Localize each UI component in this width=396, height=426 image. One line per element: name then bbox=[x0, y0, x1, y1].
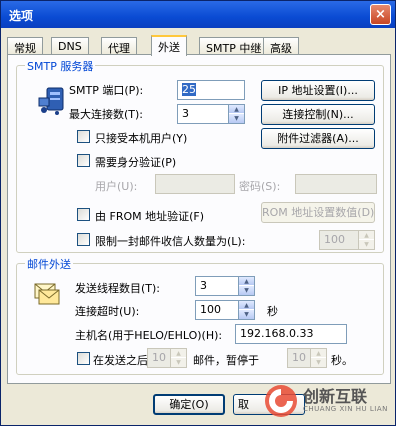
brand-name: 创新互联 bbox=[303, 387, 368, 406]
connection-control-button[interactable]: 连接控制(N)... bbox=[261, 104, 375, 125]
ip-settings-button[interactable]: IP 地址设置(I)... bbox=[261, 80, 375, 101]
brand-subtitle: CHUANG XIN HU LIAN bbox=[303, 405, 388, 413]
tab-proxy[interactable]: 代理 bbox=[101, 37, 137, 55]
password-label: 密码(S): bbox=[239, 180, 281, 193]
threads-spinner[interactable]: ▲ ▼ bbox=[239, 276, 255, 296]
pause-count-spinner[interactable]: ▲ ▼ bbox=[171, 348, 187, 368]
threads-label: 发送线程数目(T): bbox=[75, 282, 161, 295]
timeout-input[interactable]: 100 bbox=[195, 300, 239, 320]
tab-general[interactable]: 常规 bbox=[7, 37, 43, 55]
attachment-filter-button[interactable]: 附件过滤器(A)... bbox=[261, 128, 375, 149]
hostname-input[interactable]: 192.168.0.33 bbox=[235, 324, 347, 344]
max-connections-label: 最大连接数(T): bbox=[69, 108, 144, 121]
brand-watermark: 创新互联 CHUANG XIN HU LIAN bbox=[263, 379, 393, 423]
brand-logo-icon bbox=[265, 385, 297, 417]
local-users-only-checkbox[interactable] bbox=[77, 130, 90, 143]
pause-checkbox[interactable] bbox=[77, 352, 90, 365]
need-auth-checkbox[interactable] bbox=[77, 154, 90, 167]
tab-advanced[interactable]: 高级 bbox=[263, 37, 299, 55]
pause-prefix-label: 在发送之后 bbox=[93, 354, 148, 367]
smtp-port-label: SMTP 端口(P): bbox=[69, 84, 144, 97]
timeout-unit-label: 秒 bbox=[267, 305, 278, 318]
limit-recipients-input[interactable]: 100 bbox=[319, 230, 359, 250]
limit-recipients-label: 限制一封邮件收信人数量为(L): bbox=[95, 235, 246, 248]
options-dialog: 选项 × 常规 DNS 代理 外送 SMTP 中继 高级 SMTP 服务器 SM… bbox=[0, 0, 396, 426]
max-connections-spinner[interactable]: ▲ ▼ bbox=[229, 104, 245, 124]
hostname-label: 主机名(用于HELO/EHLO)(H): bbox=[75, 329, 223, 342]
pause-seconds-input[interactable]: 10 bbox=[287, 348, 311, 368]
tab-outgoing[interactable]: 外送 bbox=[151, 35, 187, 56]
rom-address-button[interactable]: ROM 地址设置数值(D) bbox=[261, 202, 375, 223]
ok-button[interactable]: 确定(O) bbox=[153, 394, 225, 415]
timeout-spinner[interactable]: ▲ ▼ bbox=[239, 300, 255, 320]
window-title: 选项 bbox=[9, 9, 34, 23]
from-verify-checkbox[interactable] bbox=[77, 208, 90, 221]
user-input[interactable] bbox=[155, 174, 235, 194]
limit-recipients-checkbox[interactable] bbox=[77, 233, 90, 246]
limit-recipients-spinner[interactable]: ▲ ▼ bbox=[359, 230, 375, 250]
from-verify-label: 由 FROM 地址验证(F) bbox=[95, 210, 205, 223]
smtp-server-legend: SMTP 服务器 bbox=[25, 58, 96, 74]
pause-seconds-spinner[interactable]: ▲ ▼ bbox=[311, 348, 327, 368]
tab-panel: SMTP 服务器 SMTP 端口(P): 25 最大连接数(T): 3 ▲ ▼ 只… bbox=[7, 54, 391, 384]
pause-mid-label: 邮件，暂停于 bbox=[193, 354, 259, 367]
outgoing-mail-group: 邮件外送 发送线程数目(T): 3 ▲ ▼ 连接超时(U): 100 ▲ ▼ 秒 主… bbox=[16, 256, 384, 375]
smtp-port-input[interactable]: 25 bbox=[177, 80, 245, 100]
timeout-label: 连接超时(U): bbox=[75, 305, 140, 318]
smtp-server-group: SMTP 服务器 SMTP 端口(P): 25 最大连接数(T): 3 ▲ ▼ 只… bbox=[16, 58, 384, 253]
title-bar[interactable]: 选项 × bbox=[1, 1, 395, 28]
outgoing-mail-legend: 邮件外送 bbox=[25, 256, 73, 272]
need-auth-label: 需要身分验证(P) bbox=[95, 156, 177, 169]
tab-smtp-relay[interactable]: SMTP 中继 bbox=[199, 37, 269, 55]
user-label: 用户(U): bbox=[95, 180, 138, 193]
tab-dns[interactable]: DNS bbox=[51, 37, 89, 55]
threads-input[interactable]: 3 bbox=[195, 276, 239, 296]
close-button[interactable]: × bbox=[370, 4, 391, 25]
pause-count-input[interactable]: 10 bbox=[147, 348, 171, 368]
outgoing-mail-icon bbox=[34, 283, 60, 305]
max-connections-input[interactable]: 3 bbox=[177, 104, 229, 124]
pause-suffix-label: 秒。 bbox=[331, 354, 353, 367]
password-input[interactable] bbox=[295, 174, 377, 194]
smtp-server-icon bbox=[38, 87, 64, 115]
local-users-only-label: 只接受本机用户(Y) bbox=[95, 132, 188, 145]
